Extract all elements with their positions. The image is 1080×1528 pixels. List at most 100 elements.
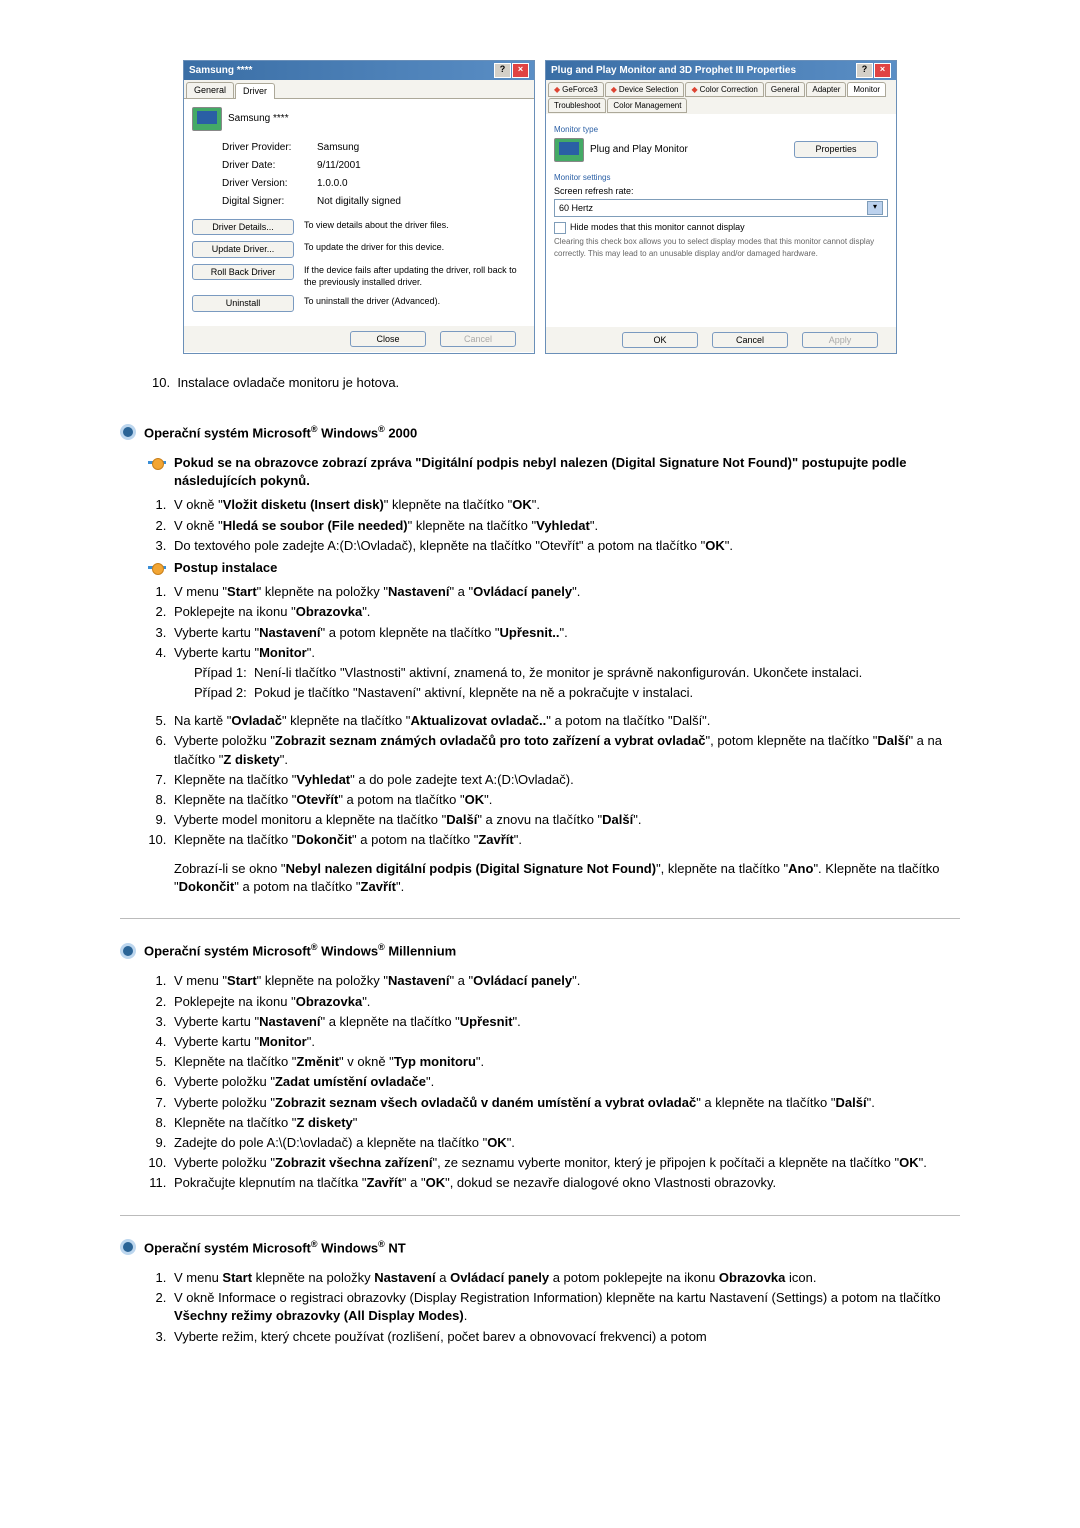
refresh-rate-value: 60 Hertz	[559, 202, 593, 215]
tab-device-selection[interactable]: ◆Device Selection	[605, 82, 685, 97]
bullet-icon	[120, 1239, 136, 1255]
date-value: 9/11/2001	[317, 159, 361, 173]
hide-modes-label: Hide modes that this monitor cannot disp…	[570, 221, 745, 234]
list-item: Pokračujte klepnutím na tlačítka "Zavřít…	[170, 1174, 960, 1192]
tab-driver[interactable]: Driver	[235, 83, 275, 99]
list-item: Do textového pole zadejte A:(D:\Ovladač)…	[170, 537, 960, 555]
list-item: V menu "Start" klepněte na položky "Nast…	[170, 972, 960, 990]
hide-modes-desc: Clearing this check box allows you to se…	[554, 236, 888, 258]
win2000-signature-steps: V okně "Vložit disketu (Insert disk)" kl…	[170, 496, 960, 555]
win2000-install-steps: V menu "Start" klepněte na položky "Nast…	[170, 583, 960, 896]
dialog2-title: Plug and Play Monitor and 3D Prophet III…	[551, 64, 796, 78]
divider	[120, 918, 960, 919]
rollback-driver-button[interactable]: Roll Back Driver	[192, 264, 294, 281]
winnt-steps: V menu Start klepněte na položky Nastave…	[170, 1269, 960, 1346]
tab-color-management[interactable]: Color Management	[607, 98, 687, 113]
dialog1-titlebar: Samsung **** ? ×	[184, 61, 534, 80]
list-item: Vyberte položku "Zobrazit všechna zaříze…	[170, 1154, 960, 1172]
refresh-rate-select[interactable]: 60 Hertz ▾	[554, 199, 888, 217]
list-item: Klepněte na tlačítko "Z diskety"	[170, 1114, 960, 1132]
tab-geforce3[interactable]: ◆GeForce3	[548, 82, 604, 97]
os-header-win2000: Operační systém Microsoft® Windows® 2000	[120, 423, 960, 443]
driver-details-button[interactable]: Driver Details...	[192, 219, 294, 236]
list-item: Poklepejte na ikonu "Obrazovka".	[170, 993, 960, 1011]
list-item: V menu "Start" klepněte na položky "Nast…	[170, 583, 960, 601]
provider-value: Samsung	[317, 141, 359, 155]
list-item: V okně "Hledá se soubor (File needed)" k…	[170, 517, 960, 535]
list-item: Klepněte na tlačítko "Změnit" v okně "Ty…	[170, 1053, 960, 1071]
hide-modes-checkbox[interactable]	[554, 222, 566, 234]
tab-color-correction[interactable]: ◆Color Correction	[685, 82, 763, 97]
dialog2-tabs: ◆GeForce3 ◆Device Selection ◆Color Corre…	[546, 80, 896, 114]
list-item: Klepněte na tlačítko "Dokončit" a potom …	[170, 831, 960, 896]
tab-adapter[interactable]: Adapter	[806, 82, 846, 97]
list-item: Vyberte kartu "Monitor".	[170, 1033, 960, 1051]
list-item: Vyberte kartu "Nastavení" a potom klepně…	[170, 624, 960, 642]
cancel-button[interactable]: Cancel	[712, 332, 788, 349]
monitor-icon	[192, 107, 222, 131]
signer-value: Not digitally signed	[317, 195, 401, 209]
close-icon[interactable]: ×	[512, 63, 529, 78]
version-label: Driver Version:	[222, 177, 317, 191]
details-desc: To view details about the driver files.	[304, 219, 526, 232]
help-icon[interactable]: ?	[494, 63, 511, 78]
update-driver-button[interactable]: Update Driver...	[192, 241, 294, 258]
os-header-winme: Operační systém Microsoft® Windows® Mill…	[120, 941, 960, 961]
list-item: Klepněte na tlačítko "Vyhledat" a do pol…	[170, 771, 960, 789]
list-item: Vyberte model monitoru a klepněte na tla…	[170, 811, 960, 829]
refresh-rate-label: Screen refresh rate:	[554, 185, 888, 198]
os-header-winnt: Operační systém Microsoft® Windows® NT	[120, 1238, 960, 1258]
provider-label: Driver Provider:	[222, 141, 317, 155]
uninstall-button[interactable]: Uninstall	[192, 295, 294, 312]
list-item: Vyberte položku "Zobrazit seznam všech o…	[170, 1094, 960, 1112]
tab-general[interactable]: General	[186, 82, 234, 98]
list-item: Vyberte položku "Zadat umístění ovladače…	[170, 1073, 960, 1091]
list-item: V okně Informace o registraci obrazovky …	[170, 1289, 960, 1325]
close-button[interactable]: Close	[350, 331, 426, 348]
apply-button: Apply	[802, 332, 878, 349]
tab-troubleshoot[interactable]: Troubleshoot	[548, 98, 606, 113]
tab-general[interactable]: General	[765, 82, 805, 97]
dialog1-tabs: General Driver	[184, 80, 534, 99]
bullet-icon	[120, 424, 136, 440]
cancel-button: Cancel	[440, 331, 516, 348]
list-item: V okně "Vložit disketu (Insert disk)" kl…	[170, 496, 960, 514]
note-postup: Postup instalace	[148, 559, 960, 577]
dialog1-title: Samsung ****	[189, 64, 252, 78]
device-name: Samsung ****	[228, 112, 289, 126]
help-icon[interactable]: ?	[856, 63, 873, 78]
monitor-type-header: Monitor type	[554, 122, 888, 137]
list-item: Poklepejte na ikonu "Obrazovka".	[170, 603, 960, 621]
chevron-down-icon[interactable]: ▾	[867, 201, 883, 215]
monitor-icon	[554, 138, 584, 162]
close-icon[interactable]: ×	[874, 63, 891, 78]
date-label: Driver Date:	[222, 159, 317, 173]
divider	[120, 1215, 960, 1216]
note-digital-signature: Pokud se na obrazovce zobrazí zpráva "Di…	[148, 454, 960, 490]
update-desc: To update the driver for this device.	[304, 241, 526, 254]
list-item: Vyberte položku "Zobrazit seznam známých…	[170, 732, 960, 768]
list-item: Vyberte režim, který chcete používat (ro…	[170, 1328, 960, 1346]
rollback-desc: If the device fails after updating the d…	[304, 264, 526, 289]
note-icon	[148, 561, 166, 575]
step-10: 10. Instalace ovladače monitoru je hotov…	[152, 374, 960, 392]
driver-properties-dialog: Samsung **** ? × General Driver Samsung …	[183, 60, 535, 354]
uninstall-desc: To uninstall the driver (Advanced).	[304, 295, 526, 308]
list-item: Na kartě "Ovladač" klepněte na tlačítko …	[170, 712, 960, 730]
dialog2-titlebar: Plug and Play Monitor and 3D Prophet III…	[546, 61, 896, 80]
screenshots-row: Samsung **** ? × General Driver Samsung …	[120, 60, 960, 354]
list-item: Vyberte kartu "Monitor". Případ 1: Není-…	[170, 644, 960, 703]
properties-button[interactable]: Properties	[794, 141, 878, 158]
ok-button[interactable]: OK	[622, 332, 698, 349]
note-icon	[148, 456, 166, 470]
list-item: Klepněte na tlačítko "Otevřít" a potom n…	[170, 791, 960, 809]
signer-label: Digital Signer:	[222, 195, 317, 209]
list-item: Zadejte do pole A:\(D:\ovladač) a klepně…	[170, 1134, 960, 1152]
list-item: Vyberte kartu "Nastavení" a klepněte na …	[170, 1013, 960, 1031]
monitor-type-value: Plug and Play Monitor	[590, 143, 688, 157]
winme-steps: V menu "Start" klepněte na položky "Nast…	[170, 972, 960, 1192]
monitor-settings-header: Monitor settings	[554, 170, 888, 185]
monitor-properties-dialog: Plug and Play Monitor and 3D Prophet III…	[545, 60, 897, 354]
bullet-icon	[120, 943, 136, 959]
tab-monitor[interactable]: Monitor	[847, 82, 886, 97]
